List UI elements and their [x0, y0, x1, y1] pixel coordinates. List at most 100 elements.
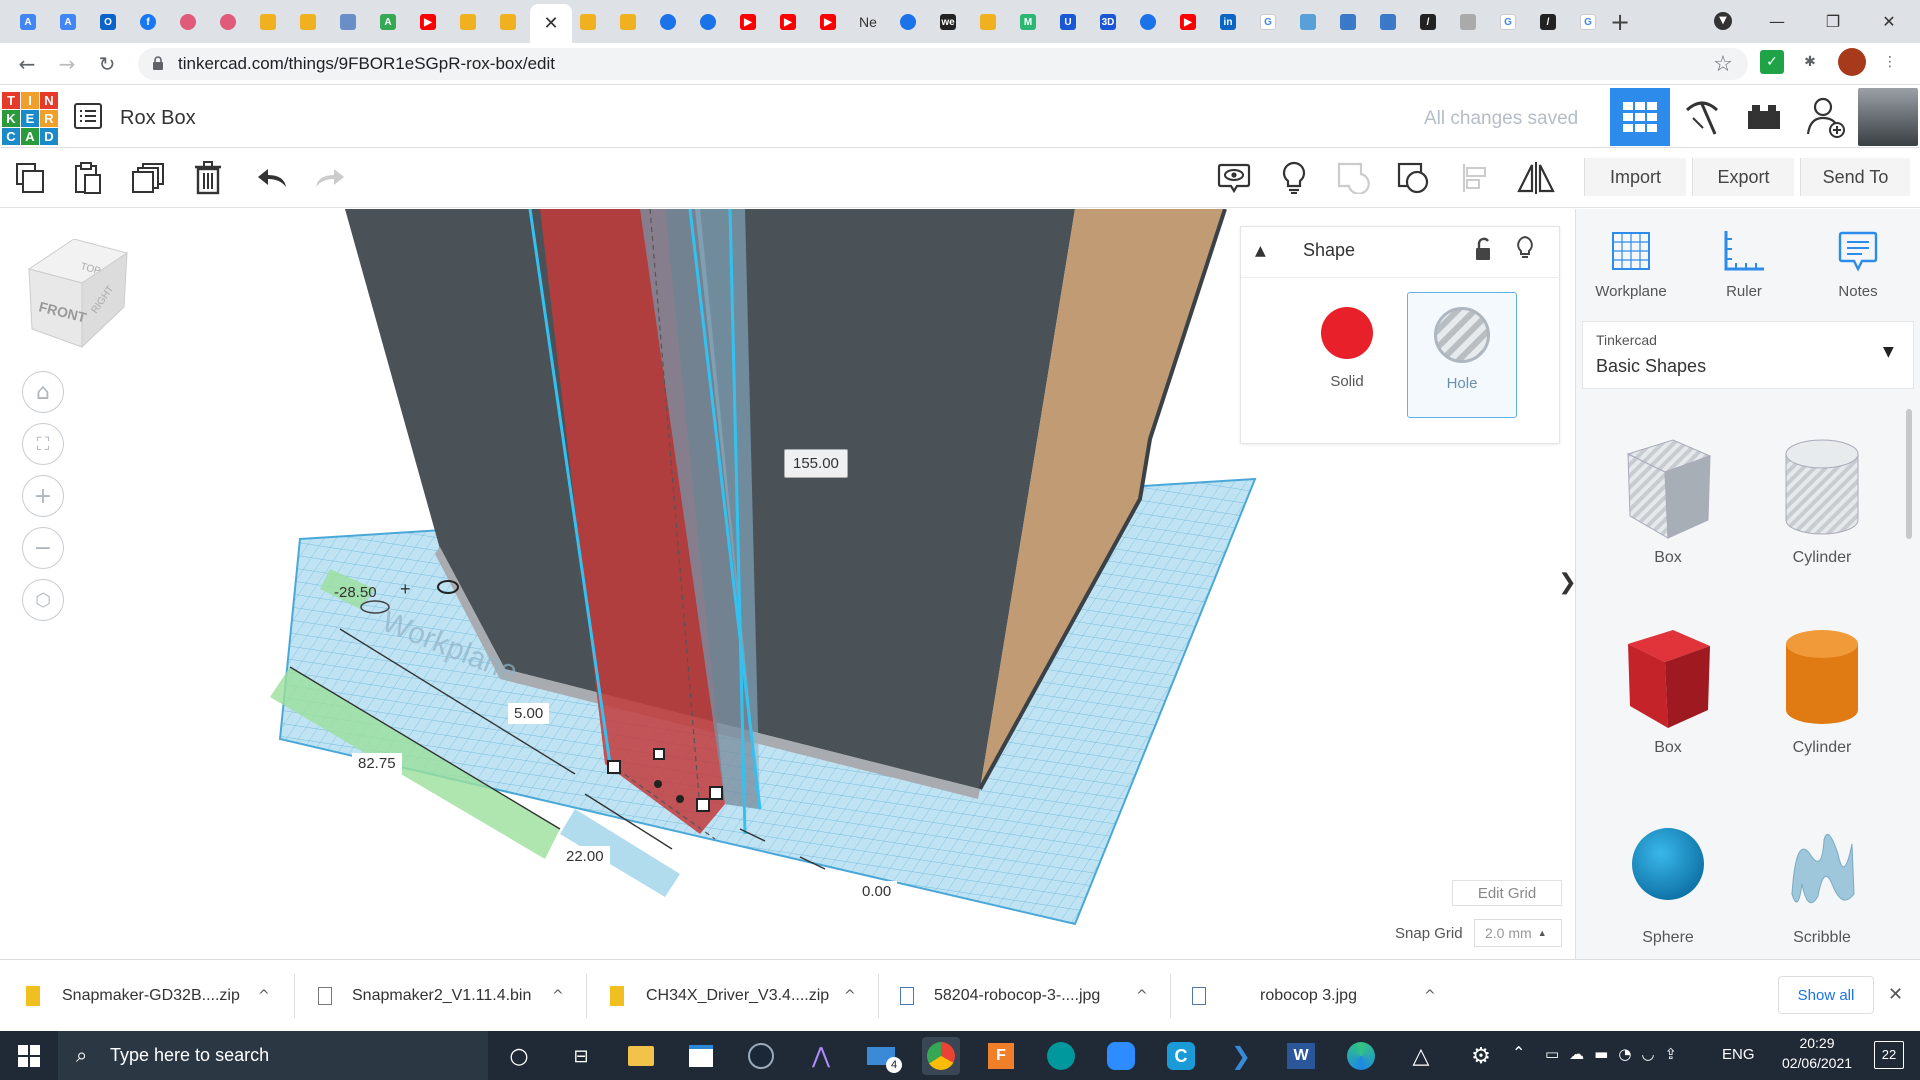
tab-slash[interactable]: /	[1412, 6, 1444, 38]
forward-icon[interactable]: →	[52, 49, 82, 79]
steam-icon[interactable]	[742, 1037, 780, 1075]
zoom-icon[interactable]	[1102, 1037, 1140, 1075]
lock-icon[interactable]	[1473, 237, 1493, 261]
shape-cylinder-hole[interactable]: Cylinder	[1752, 434, 1892, 567]
file-explorer-icon[interactable]	[622, 1037, 660, 1075]
tab-outlook[interactable]: O	[92, 6, 124, 38]
tab-facebook[interactable]: f	[132, 6, 164, 38]
close-downloads-icon[interactable]: ✕	[1888, 984, 1903, 1005]
close-tab-icon[interactable]: ✕	[543, 13, 558, 34]
shape-sphere[interactable]: Sphere	[1598, 814, 1738, 947]
zoom-out-button[interactable]: −	[22, 527, 64, 569]
tab-yellow-3[interactable]	[452, 6, 484, 38]
sidebar-scrollbar[interactable]	[1906, 409, 1912, 539]
tab-google-3[interactable]: G	[1572, 6, 1604, 38]
tab-adwords[interactable]: A	[372, 6, 404, 38]
send-to-button[interactable]: Send To	[1800, 158, 1910, 196]
tab-google-ads[interactable]: A	[12, 6, 44, 38]
tab-yellow-5[interactable]	[572, 6, 604, 38]
view-toggle-button[interactable]	[1214, 158, 1254, 198]
chevron-up-icon[interactable]: ^	[258, 988, 270, 1004]
tab-yellow-7[interactable]	[972, 6, 1004, 38]
redo-button[interactable]	[310, 158, 350, 198]
windows-start-icon[interactable]	[18, 1045, 40, 1067]
restore-icon[interactable]: ❐	[1810, 6, 1856, 36]
delete-button[interactable]	[188, 158, 228, 198]
chevron-up-icon[interactable]: ^	[1136, 988, 1148, 1004]
profile-avatar[interactable]	[1838, 48, 1866, 76]
bookmark-star-icon[interactable]: ☆	[1708, 49, 1738, 79]
import-button[interactable]: Import	[1584, 158, 1686, 196]
undo-button[interactable]	[252, 158, 292, 198]
visibility-bulb-icon[interactable]	[1515, 235, 1535, 261]
snap-grid-select[interactable]: 2.0 mm ▲	[1474, 919, 1562, 947]
chevron-up-icon[interactable]: ^	[552, 988, 564, 1004]
perspective-button[interactable]: ⬡	[22, 579, 64, 621]
tab-yellow-4[interactable]	[492, 6, 524, 38]
solid-option[interactable]: Solid	[1301, 307, 1393, 390]
cortana-icon[interactable]: ○	[500, 1037, 538, 1075]
show-all-button[interactable]	[1274, 158, 1314, 198]
tab-yellow-6[interactable]	[612, 6, 644, 38]
show-all-downloads-button[interactable]: Show all	[1778, 976, 1874, 1014]
width-dimension-label[interactable]: 22.00	[560, 846, 610, 867]
design-title[interactable]: Rox Box	[120, 107, 196, 130]
bricks-button[interactable]	[1734, 88, 1794, 146]
group-button[interactable]	[1334, 158, 1374, 198]
lock-icon[interactable]	[152, 56, 164, 70]
settings-gear-icon[interactable]: ⚙	[1462, 1037, 1500, 1075]
arduino-icon[interactable]	[1042, 1037, 1080, 1075]
tab-pink[interactable]	[172, 6, 204, 38]
add-user-button[interactable]	[1796, 88, 1856, 146]
task-view-icon[interactable]: ⊟	[562, 1037, 600, 1075]
hole-option[interactable]: Hole	[1407, 292, 1517, 418]
ruler-tool[interactable]: Ruler	[1694, 229, 1794, 300]
tab-3d[interactable]: 3D	[1092, 6, 1124, 38]
show-hidden-icons[interactable]: ⌃	[1512, 1043, 1525, 1062]
shape-scribble[interactable]: Scribble	[1752, 814, 1892, 947]
taskbar-search-box[interactable]: ⌕ Type here to search	[58, 1031, 488, 1080]
tab-grid[interactable]	[1452, 6, 1484, 38]
shape-cylinder-solid[interactable]: Cylinder	[1752, 624, 1892, 757]
tab-ne[interactable]: Ne	[852, 6, 884, 38]
export-button[interactable]: Export	[1692, 158, 1794, 196]
tab-pink-2[interactable]	[212, 6, 244, 38]
language-indicator[interactable]: ENG	[1722, 1046, 1755, 1063]
tab-yellow-2[interactable]	[292, 6, 324, 38]
edge-icon[interactable]	[1342, 1037, 1380, 1075]
tab-layers[interactable]	[1332, 6, 1364, 38]
predator-icon[interactable]: ⋀	[802, 1037, 840, 1075]
tab-blue-circle[interactable]	[652, 6, 684, 38]
chevron-up-icon[interactable]: ^	[1424, 988, 1436, 1004]
tab-tinkercad-active[interactable]: ✕	[530, 4, 572, 43]
tab-blue-circle-4[interactable]	[1132, 6, 1164, 38]
elevation-dimension-label[interactable]: 0.00	[856, 881, 898, 902]
tab-flag[interactable]	[1292, 6, 1324, 38]
download-item[interactable]: robocop 3.jpg ^	[1192, 974, 1442, 1018]
home-view-button[interactable]: ⌂	[22, 371, 64, 413]
collapse-panel-icon[interactable]: ▲	[1255, 243, 1266, 259]
fit-view-button[interactable]: ⛶	[22, 423, 64, 465]
tab-m[interactable]: M	[1012, 6, 1044, 38]
tab-youtube[interactable]: ▶	[412, 6, 444, 38]
download-item[interactable]: CH34X_Driver_V3.4....zip ^	[610, 974, 870, 1018]
view-cube[interactable]: TOP FRONT RIGHT	[24, 239, 134, 349]
shape-box-hole[interactable]: Box	[1598, 434, 1738, 567]
mirror-button[interactable]	[1516, 158, 1556, 198]
shape-box-solid[interactable]: Box	[1598, 624, 1738, 757]
workplane-tool[interactable]: Workplane	[1581, 229, 1681, 300]
duplicate-button[interactable]	[128, 158, 168, 198]
fusion-icon[interactable]: F	[982, 1037, 1020, 1075]
tab-youtube-3[interactable]: ▶	[772, 6, 804, 38]
tab-google-ads-2[interactable]: A	[52, 6, 84, 38]
tab-linkedin[interactable]: in	[1212, 6, 1244, 38]
tab-layers-2[interactable]	[1372, 6, 1404, 38]
collapse-sidebar-button[interactable]: ❯	[1558, 557, 1575, 607]
tab-youtube-2[interactable]: ▶	[732, 6, 764, 38]
edit-grid-button[interactable]: Edit Grid	[1452, 880, 1562, 906]
tab-google[interactable]: G	[1252, 6, 1284, 38]
ungroup-button[interactable]	[1394, 158, 1434, 198]
tab-blue-circle-3[interactable]	[892, 6, 924, 38]
design-list-icon[interactable]	[74, 103, 102, 129]
vscode-icon[interactable]: ❯	[1222, 1037, 1260, 1075]
